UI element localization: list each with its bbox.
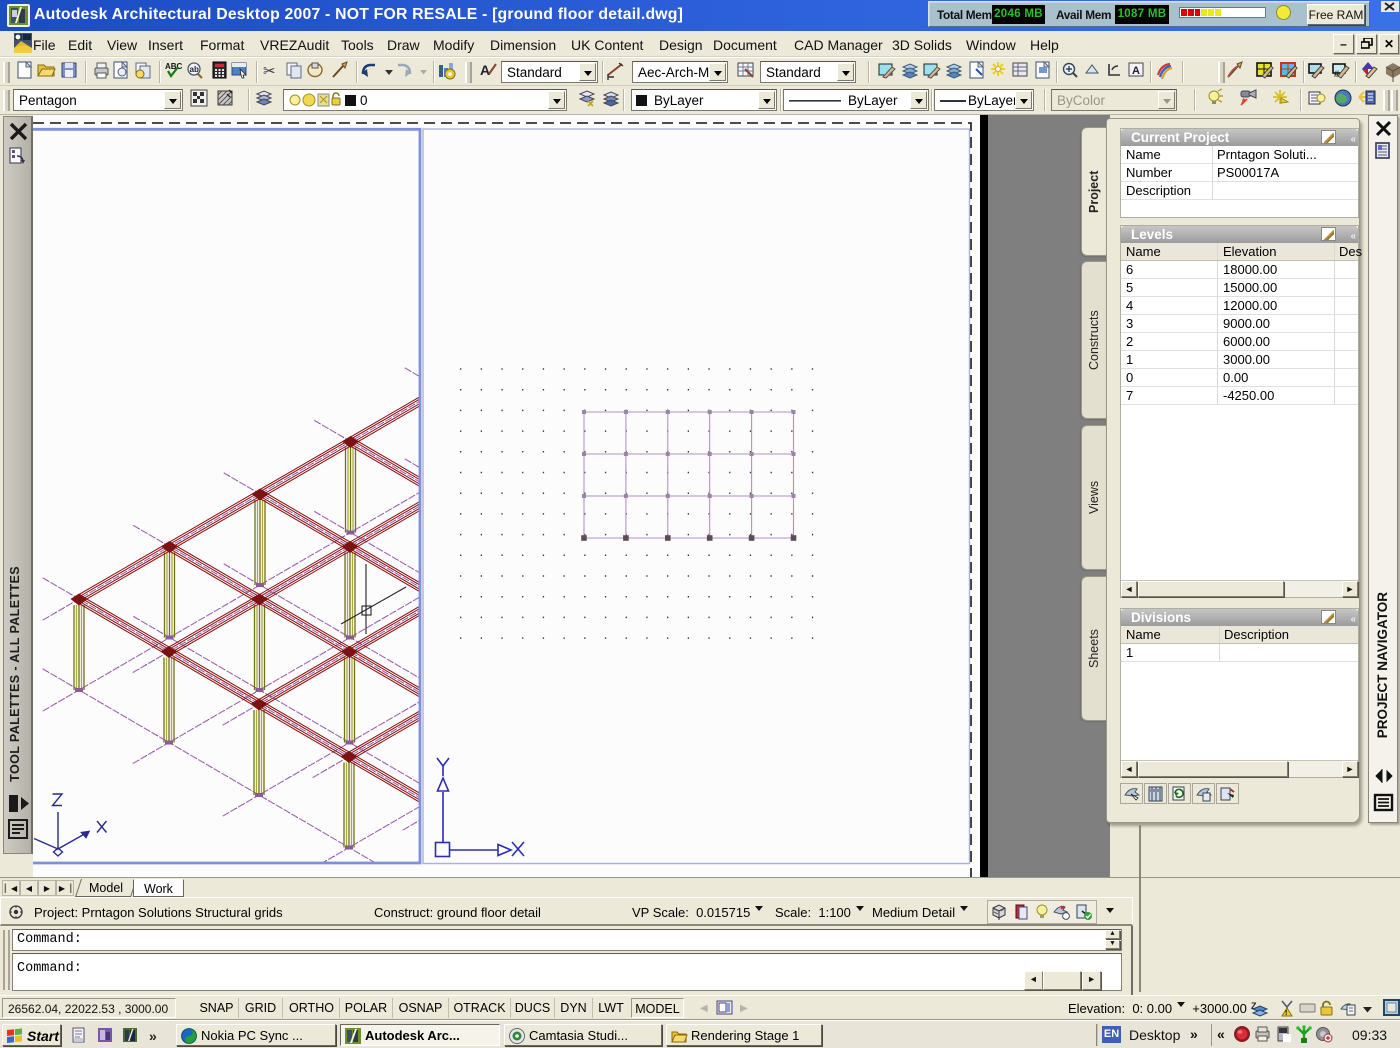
svg-text:A: A xyxy=(1132,65,1140,77)
svg-text:ab: ab xyxy=(190,65,199,74)
svg-text:✂: ✂ xyxy=(263,63,276,80)
svg-text:A: A xyxy=(480,62,490,78)
svg-text:ABC: ABC xyxy=(165,62,183,71)
svg-text:!: ! xyxy=(1285,1010,1287,1017)
svg-text:#: # xyxy=(1334,69,1339,79)
svg-text:»: » xyxy=(149,1028,157,1044)
